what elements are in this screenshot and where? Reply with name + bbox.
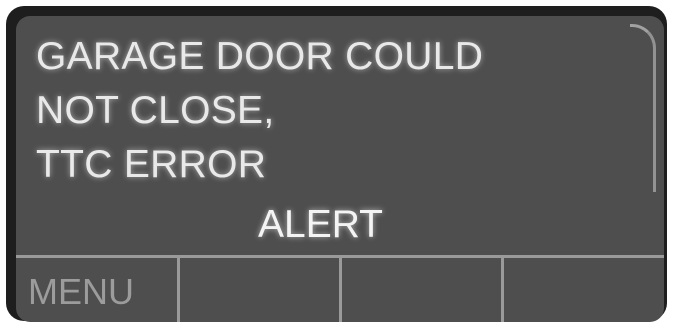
message-line-3: TTC ERROR [36,143,267,186]
softkey-bar: MENU [16,255,664,322]
message-line-1: GARAGE DOOR COULD [36,35,484,78]
lcd-screen: GARAGE DOOR COULD NOT CLOSE, TTC ERROR A… [16,16,664,322]
error-message: GARAGE DOOR COULD NOT CLOSE, TTC ERROR [36,30,483,192]
screen-glare [630,24,656,192]
message-line-2: NOT CLOSE, [36,89,275,132]
display-bezel: GARAGE DOOR COULD NOT CLOSE, TTC ERROR A… [6,6,667,322]
softkey-2[interactable] [180,258,342,322]
softkey-4[interactable] [504,258,664,322]
softkey-3[interactable] [342,258,504,322]
alert-label: ALERT [258,203,383,246]
menu-softkey[interactable]: MENU [16,258,180,322]
